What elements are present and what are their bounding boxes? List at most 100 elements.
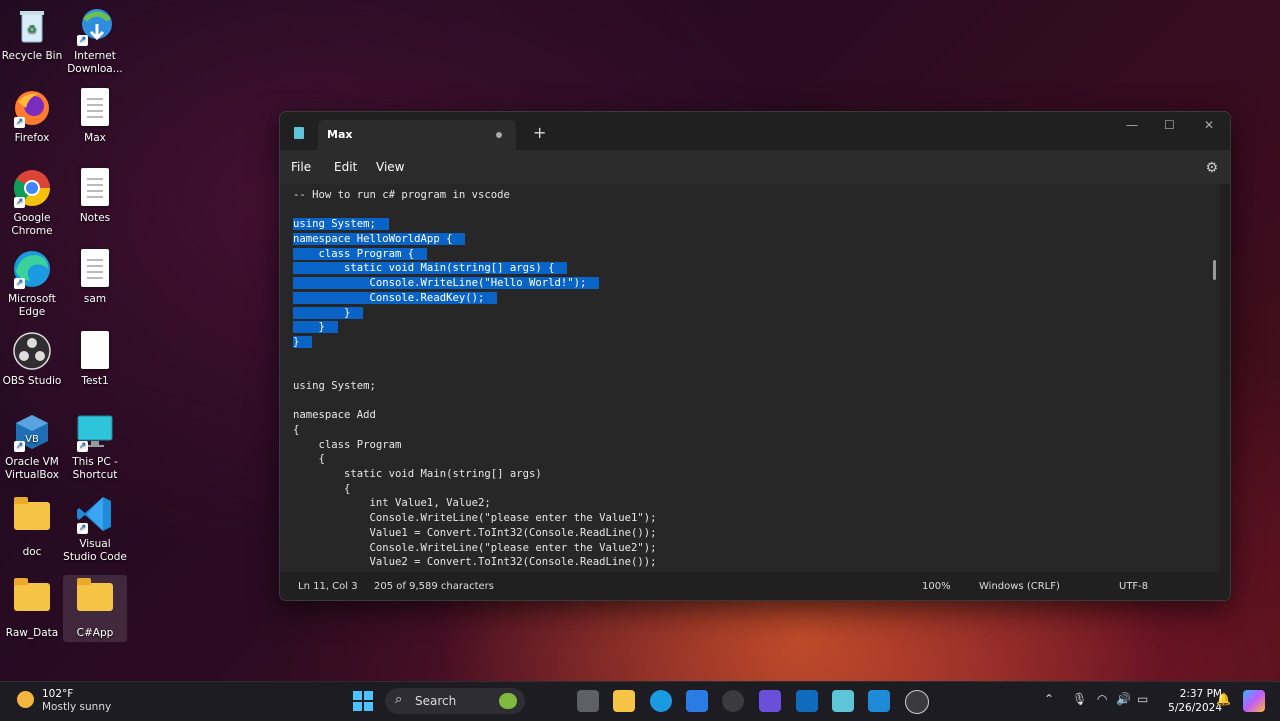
text-editor[interactable]: -- How to run c# program in vscode using … bbox=[280, 184, 1220, 572]
task-view-icon[interactable] bbox=[577, 690, 599, 712]
code-line[interactable]: using System; bbox=[293, 379, 657, 394]
desktop-icon-label: Recycle Bin bbox=[1, 50, 63, 62]
gear-icon[interactable]: ⚙ bbox=[1205, 160, 1218, 176]
notification-bell-icon[interactable]: 🔔 bbox=[1216, 692, 1231, 706]
code-line-text: Console.ReadKey(); bbox=[293, 291, 498, 304]
code-line[interactable]: Console.WriteLine("please enter the Valu… bbox=[293, 541, 657, 556]
code-line[interactable] bbox=[293, 364, 657, 379]
code-line[interactable]: int Value1, Value2; bbox=[293, 496, 657, 511]
notepad-taskbar-icon[interactable] bbox=[832, 690, 854, 712]
code-line[interactable]: } bbox=[293, 335, 657, 350]
desktop-icon-recycle-bin[interactable]: ♻ Recycle Bin bbox=[0, 6, 64, 63]
scrollbar-thumb[interactable] bbox=[1213, 260, 1216, 280]
code-line[interactable] bbox=[293, 203, 657, 218]
microphone-icon[interactable]: 🎙 bbox=[1072, 692, 1087, 706]
shortcut-arrow-icon: ↗ bbox=[14, 117, 25, 128]
obs-recording-icon[interactable] bbox=[905, 690, 929, 714]
code-line[interactable]: class Program bbox=[293, 438, 657, 453]
desktop-icon-test1[interactable]: Test1 bbox=[63, 331, 127, 388]
desktop-icon-this-pc-shortcut[interactable]: ↗ This PC - Shortcut bbox=[63, 412, 127, 482]
volume-icon[interactable]: 🔊 bbox=[1116, 692, 1131, 706]
copilot-icon[interactable] bbox=[1243, 690, 1265, 712]
code-line[interactable]: using System; bbox=[293, 217, 657, 232]
code-line[interactable] bbox=[293, 394, 657, 409]
desktop-icon-firefox[interactable]: ↗ Firefox bbox=[0, 88, 64, 145]
desktop-icon-visual-studio-code[interactable]: ↗ Visual Studio Code bbox=[63, 494, 127, 564]
code-line[interactable]: { bbox=[293, 452, 657, 467]
line-ending[interactable]: Windows (CRLF) bbox=[979, 581, 1060, 592]
blank-file-icon bbox=[75, 331, 115, 371]
code-line[interactable]: } bbox=[293, 320, 657, 335]
start-windows-icon[interactable] bbox=[352, 690, 374, 712]
close-icon[interactable]: ✕ bbox=[1204, 118, 1214, 132]
tab-max[interactable]: Max bbox=[318, 120, 516, 150]
desktop-icon-csharp-app[interactable]: C#App bbox=[63, 575, 127, 642]
shortcut-arrow-icon: ↗ bbox=[77, 35, 88, 46]
internet-download-manager-icon: ↗ bbox=[75, 6, 115, 46]
code-line[interactable]: Console.ReadKey(); bbox=[293, 291, 657, 306]
desktop-icon-microsoft-edge[interactable]: ↗ Microsoft Edge bbox=[0, 249, 64, 319]
code-line[interactable]: static void Main(string[] args) { bbox=[293, 261, 657, 276]
code-line[interactable]: Console.WriteLine("Hello World!"); bbox=[293, 276, 657, 291]
desktop-icon-notes[interactable]: Notes bbox=[63, 168, 127, 225]
battery-icon[interactable]: ▭ bbox=[1137, 692, 1148, 706]
code-line[interactable]: Value1 = Convert.ToInt32(Console.ReadLin… bbox=[293, 526, 657, 541]
weather-description[interactable]: Mostly sunny bbox=[42, 701, 111, 713]
desktop-icon-label: sam bbox=[83, 293, 107, 305]
clock[interactable]: 2:37 PM 5/26/2024 bbox=[1168, 687, 1222, 715]
code-line[interactable] bbox=[293, 350, 657, 365]
svg-text:♻: ♻ bbox=[27, 23, 37, 36]
code-line-text: namespace HelloWorldApp { bbox=[293, 233, 466, 246]
code-line[interactable]: namespace Add bbox=[293, 408, 657, 423]
vscode-taskbar-icon[interactable] bbox=[868, 690, 890, 712]
editor-content[interactable]: -- How to run c# program in vscode using … bbox=[293, 188, 657, 570]
store-icon[interactable] bbox=[686, 690, 708, 712]
desktop-icon-label: doc bbox=[22, 546, 42, 558]
recycle-bin-icon: ♻ bbox=[12, 6, 52, 46]
desktop-icon-oracle-vm-virtualbox[interactable]: VB ↗ Oracle VM VirtualBox bbox=[0, 412, 64, 482]
desktop-icon-label: Internet Downloa... bbox=[67, 50, 123, 75]
code-line[interactable]: static void Main(string[] args) bbox=[293, 467, 657, 482]
code-line[interactable]: } bbox=[293, 306, 657, 321]
outlook-icon[interactable] bbox=[796, 690, 818, 712]
encoding[interactable]: UTF-8 bbox=[1119, 581, 1148, 592]
code-line-text: static void Main(string[] args) { bbox=[293, 262, 568, 275]
menu-file[interactable]: File bbox=[291, 160, 311, 174]
code-line-text: static void Main(string[] args) bbox=[293, 468, 542, 481]
desktop-icon-max[interactable]: Max bbox=[63, 88, 127, 145]
menu-view[interactable]: View bbox=[376, 160, 404, 174]
code-line[interactable]: { bbox=[293, 482, 657, 497]
search-icon: ⌕ bbox=[395, 692, 403, 707]
visual-studio-icon[interactable] bbox=[759, 690, 781, 712]
edge-icon: ↗ bbox=[12, 249, 52, 289]
menu-edit[interactable]: Edit bbox=[334, 160, 357, 174]
taskbar: 102°F Mostly sunny ⌕ Search ⌃ 🎙 ◠ 🔊 ▭ 2:… bbox=[0, 681, 1280, 721]
weather-temperature[interactable]: 102°F bbox=[42, 688, 73, 700]
minimize-icon[interactable]: — bbox=[1126, 118, 1138, 132]
zoom-level[interactable]: 100% bbox=[922, 581, 951, 592]
desktop-icon-google-chrome[interactable]: ↗ Google Chrome bbox=[0, 168, 64, 238]
maximize-icon[interactable]: ☐ bbox=[1164, 118, 1175, 132]
desktop-icon-sam[interactable]: sam bbox=[63, 249, 127, 306]
desktop-icon-internet-download-manager[interactable]: ↗ Internet Downloa... bbox=[63, 6, 127, 76]
weather-sun-icon[interactable] bbox=[17, 691, 34, 708]
code-line-text: int Value1, Value2; bbox=[293, 497, 491, 510]
obs-taskbar-icon[interactable] bbox=[722, 690, 744, 712]
desktop-icon-raw-data[interactable]: Raw_Data bbox=[0, 575, 64, 640]
code-line[interactable]: Console.WriteLine("please enter the Valu… bbox=[293, 511, 657, 526]
desktop-icon-obs-studio[interactable]: OBS Studio bbox=[0, 331, 64, 388]
show-hidden-icons-chevron-icon[interactable]: ⌃ bbox=[1044, 692, 1054, 706]
code-line[interactable]: namespace HelloWorldApp { bbox=[293, 232, 657, 247]
file-explorer-icon[interactable] bbox=[613, 690, 635, 712]
new-tab-button[interactable]: + bbox=[533, 123, 546, 142]
desktop-icon-doc[interactable]: doc bbox=[0, 494, 64, 559]
wifi-icon[interactable]: ◠ bbox=[1097, 692, 1107, 706]
code-line[interactable]: { bbox=[293, 423, 657, 438]
code-line[interactable]: -- How to run c# program in vscode bbox=[293, 188, 657, 203]
edge-taskbar-icon[interactable] bbox=[650, 690, 672, 712]
shortcut-arrow-icon: ↗ bbox=[14, 278, 25, 289]
code-line[interactable]: class Program { bbox=[293, 247, 657, 262]
taskbar-search[interactable]: ⌕ Search bbox=[385, 688, 525, 714]
code-line[interactable]: Value2 = Convert.ToInt32(Console.ReadLin… bbox=[293, 555, 657, 570]
unsaved-dot-icon[interactable] bbox=[496, 132, 502, 138]
